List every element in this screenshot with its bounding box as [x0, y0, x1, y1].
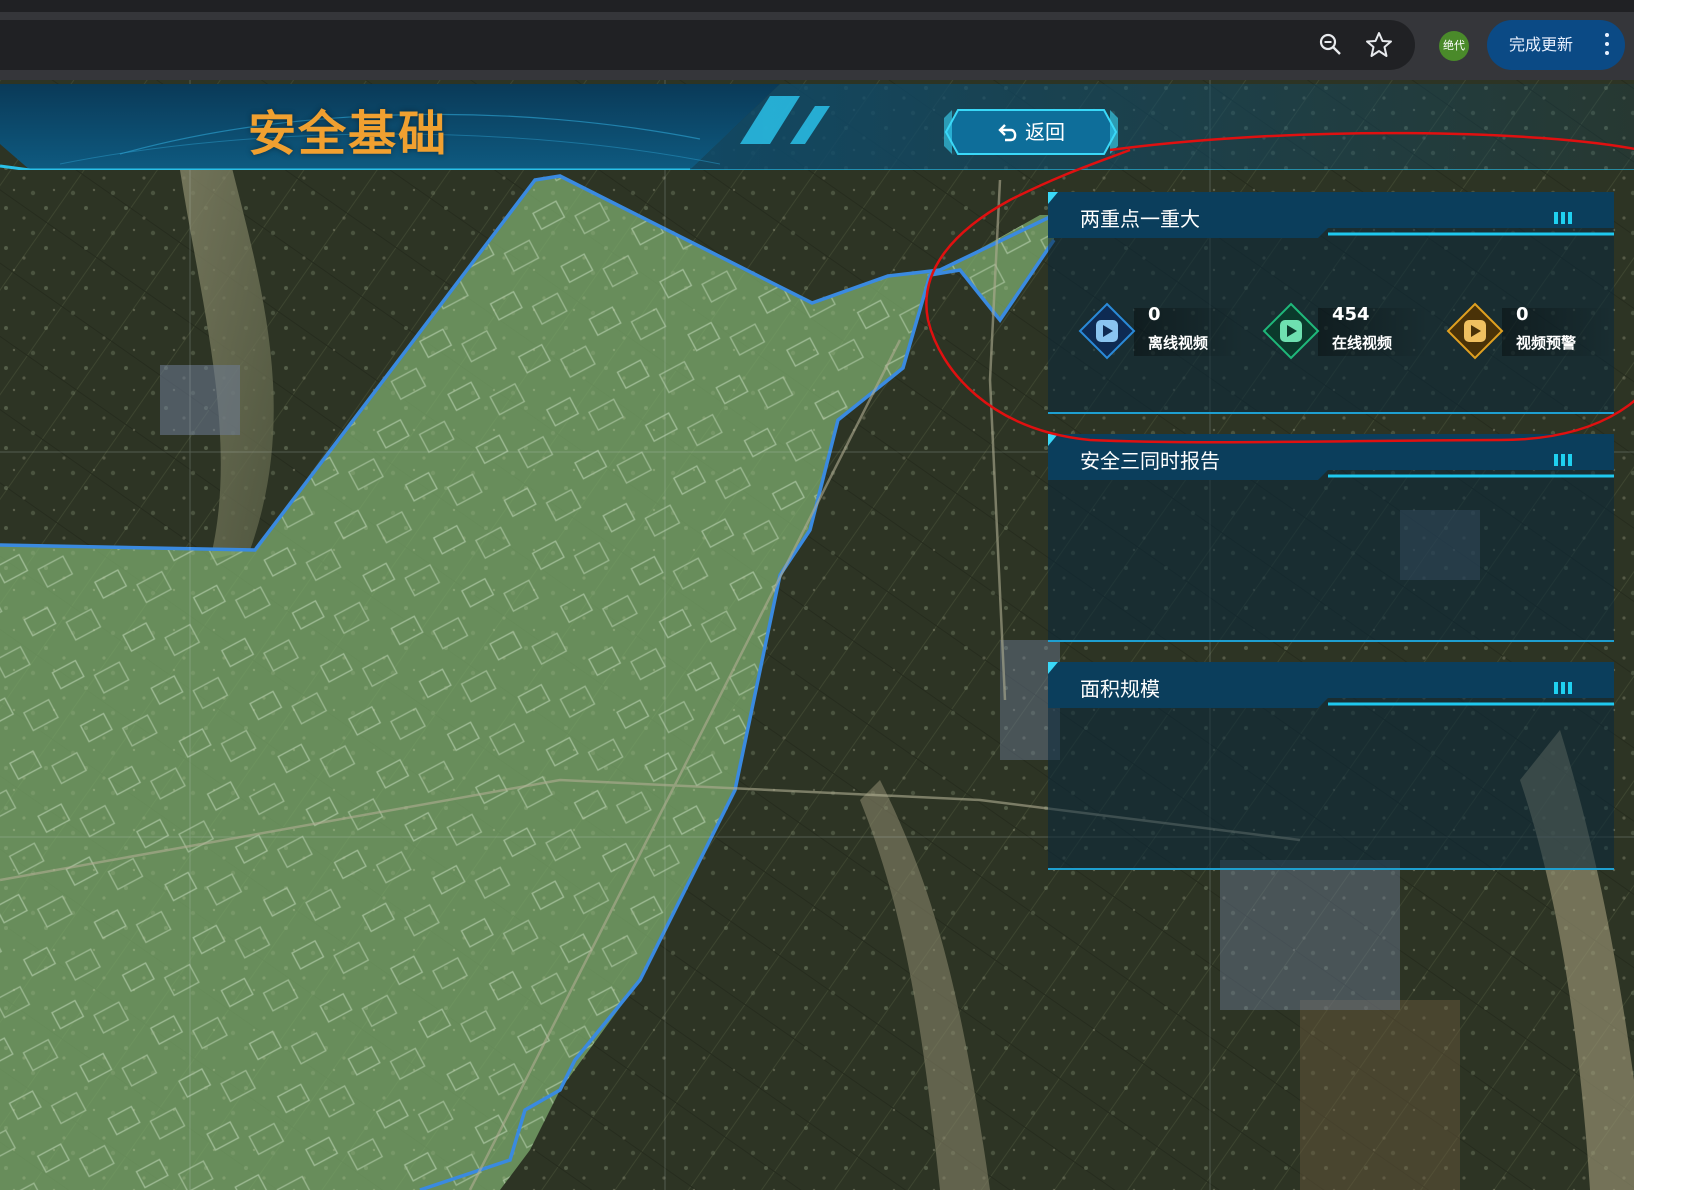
panel-title: 两重点一重大: [1080, 207, 1200, 231]
offline-video-label: 离线视频: [1148, 334, 1209, 352]
back-button-content: 返回: [944, 108, 1118, 156]
screenshot-margin: [1634, 0, 1703, 1190]
address-bar[interactable]: [0, 20, 1415, 70]
area-scale-panel: 面积规模: [1048, 662, 1614, 870]
offline-video-icon: [1078, 302, 1136, 360]
online-video-count: 454: [1332, 304, 1370, 325]
video-alert-count: 0: [1516, 304, 1529, 325]
online-video-stat[interactable]: 454 在线视频: [1262, 302, 1432, 362]
online-video-icon: [1262, 302, 1320, 360]
panel-header: 面积规模: [1048, 662, 1614, 710]
page-title: 安全基础: [248, 106, 449, 162]
video-alert-label: 视频预警: [1516, 334, 1577, 352]
video-alert-icon: [1446, 302, 1504, 360]
screen: 绝代 完成更新 安全基础 返回 两重点一重大 0 离线视频 454 在线视频 0…: [0, 0, 1703, 1190]
key-points-panel: 两重点一重大 0 离线视频 454 在线视频 0 视频预警: [1048, 192, 1614, 414]
profile-avatar[interactable]: 绝代: [1439, 31, 1469, 61]
panel-header: 两重点一重大: [1048, 192, 1614, 240]
panel-decor-bars: [1554, 679, 1578, 694]
return-arrow-icon: [997, 111, 1019, 142]
safety-report-panel: 安全三同时报告: [1048, 434, 1614, 642]
header-banner: [0, 84, 1634, 170]
video-alert-stat[interactable]: 0 视频预警: [1446, 302, 1616, 362]
zoom-icon[interactable]: [1316, 30, 1346, 60]
panel-decor-bars: [1554, 209, 1578, 224]
update-button-label: 完成更新: [1509, 35, 1574, 54]
back-button-label: 返回: [1025, 120, 1065, 144]
more-menu-icon[interactable]: [1605, 33, 1609, 57]
panel-title: 安全三同时报告: [1080, 449, 1220, 473]
back-button[interactable]: 返回: [944, 108, 1118, 156]
offline-video-count: 0: [1148, 304, 1161, 325]
bookmark-star-icon[interactable]: [1364, 30, 1394, 60]
online-video-label: 在线视频: [1332, 334, 1393, 352]
panel-decor-bars: [1554, 451, 1578, 466]
offline-video-stat[interactable]: 0 离线视频: [1078, 302, 1248, 362]
browser-tab-strip: [0, 0, 1634, 12]
panel-header: 安全三同时报告: [1048, 434, 1614, 482]
panel-title: 面积规模: [1080, 677, 1160, 701]
update-button[interactable]: 完成更新: [1487, 20, 1625, 70]
